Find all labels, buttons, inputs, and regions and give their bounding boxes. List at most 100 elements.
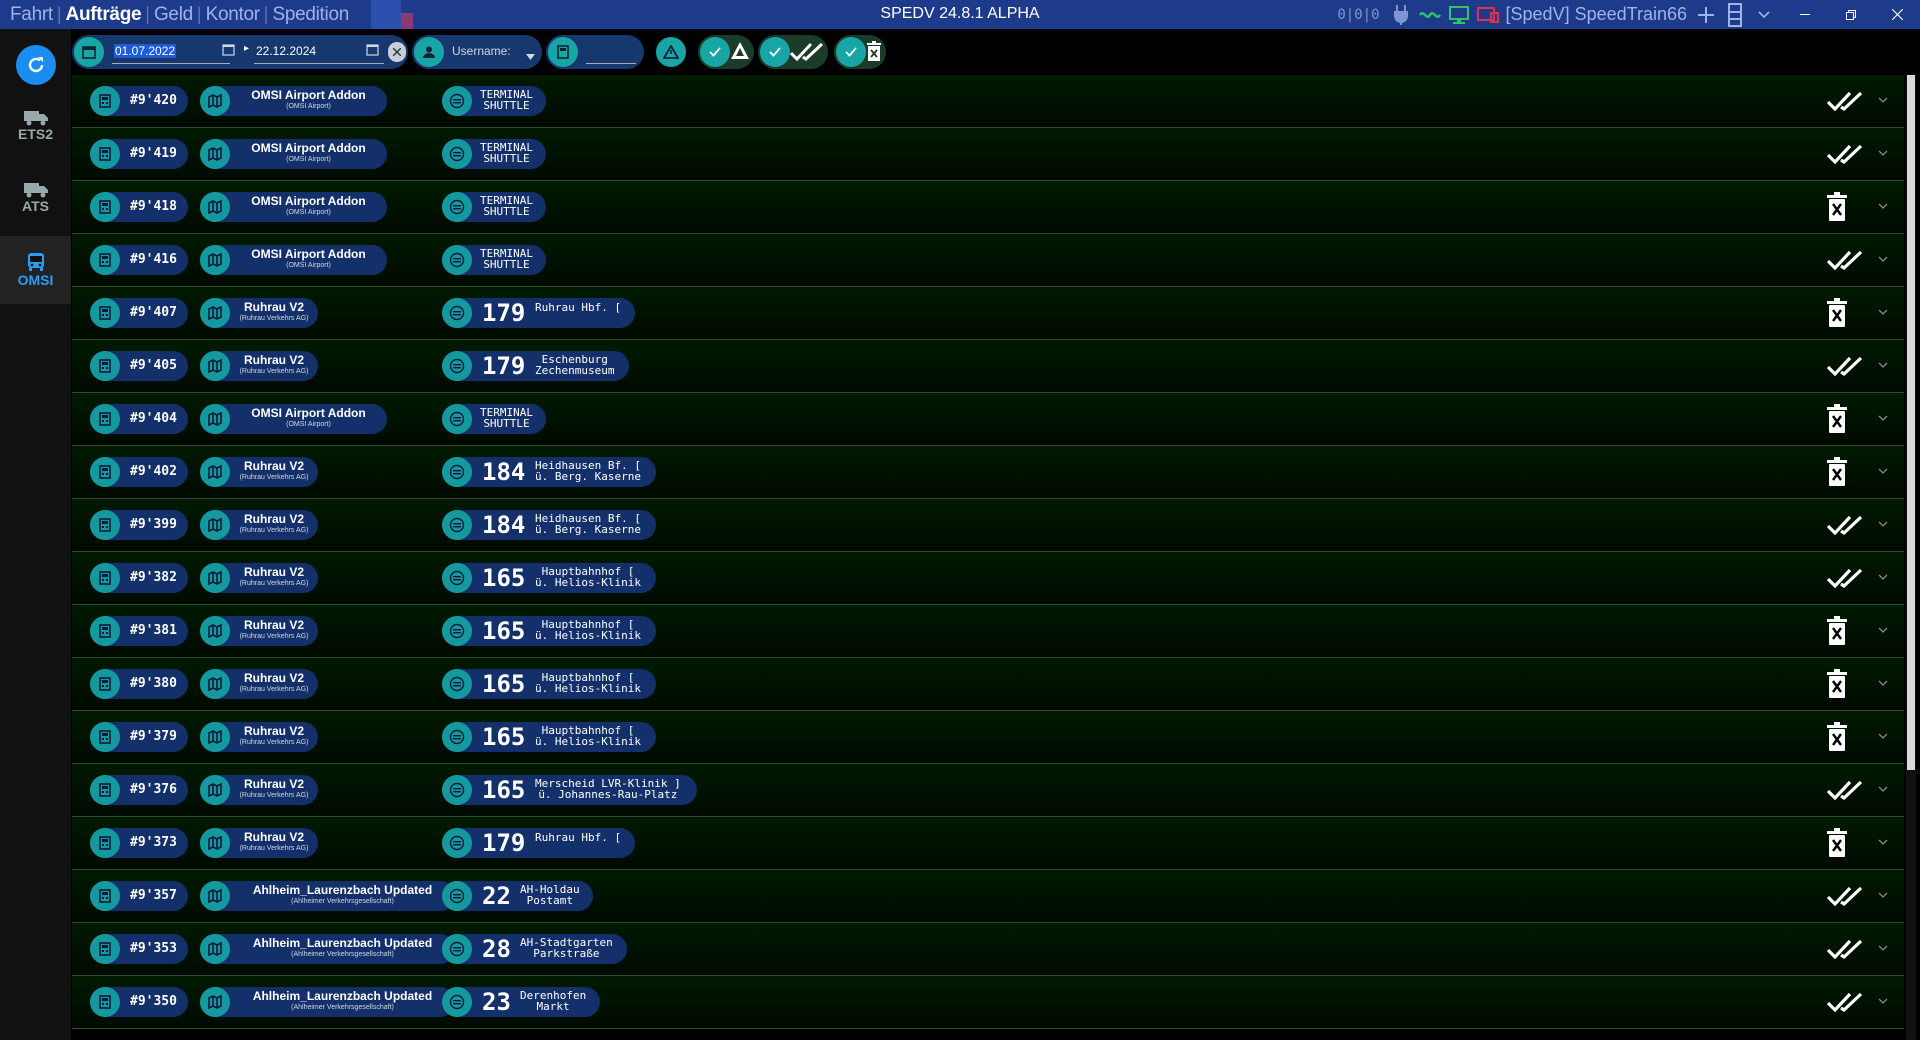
sidebar-item-ats[interactable]: ATS [0,164,71,232]
order-row[interactable]: #9'416 OMSI Airport Addon (OMSI Airport) TE… [72,234,1904,287]
sidebar-item-omsi[interactable]: OMSI [0,236,71,304]
status-delivered[interactable] [1826,244,1888,276]
chevron-down-icon[interactable] [1878,468,1888,475]
status-cancelled[interactable] [1826,668,1888,700]
date-to-input[interactable]: 22.12.2024 [256,44,316,58]
menu-geld[interactable]: Geld [150,4,197,26]
status-delivered[interactable] [1826,986,1888,1018]
sidebar-item-ets2[interactable]: ETS2 [0,92,71,160]
trash-x-icon [1827,828,1847,857]
status-delivered[interactable] [1826,350,1888,382]
chevron-down-icon[interactable] [1878,362,1888,369]
minimize-button[interactable] [1782,0,1828,29]
chevron-down-icon[interactable] [1878,680,1888,687]
list-icon[interactable] [1724,2,1746,27]
order-row[interactable]: #9'404 OMSI Airport Addon (OMSI Airport) TE… [72,393,1904,446]
close-button[interactable] [1874,0,1920,29]
chevron-down-icon[interactable] [1753,4,1775,26]
order-row[interactable]: #9'379 Ruhrau V2 (Ruhrau Verkehrs AG) 165 Ha… [72,711,1904,764]
order-row[interactable]: #9'405 Ruhrau V2 (Ruhrau Verkehrs AG) 179 Es… [72,340,1904,393]
chevron-down-icon[interactable] [1878,150,1888,157]
status-delivered[interactable] [1826,562,1888,594]
status-delivered[interactable] [1826,880,1888,912]
username-filter[interactable]: Username: [412,35,542,69]
status-delivered[interactable] [1826,85,1888,117]
order-row[interactable]: #9'382 Ruhrau V2 (Ruhrau Verkehrs AG) 165 Ha… [72,552,1904,605]
status-cancelled[interactable] [1826,403,1888,435]
menu-fahrt[interactable]: Fahrt [6,4,57,26]
calculator-icon [99,677,111,691]
scrollbar-thumb[interactable] [1907,75,1915,770]
chevron-down-icon[interactable] [1878,97,1888,104]
restore-button[interactable] [1828,0,1874,29]
order-row[interactable]: #9'420 OMSI Airport Addon (OMSI Airport) TE… [72,75,1904,128]
destination: TERMINAL SHUTTLE [480,247,533,271]
order-row[interactable]: #9'419 OMSI Airport Addon (OMSI Airport) TE… [72,128,1904,181]
order-row[interactable]: #9'376 Ruhrau V2 (Ruhrau Verkehrs AG) 165 Me… [72,764,1904,817]
status-cancelled[interactable] [1826,827,1888,859]
route-icon-circle [442,828,472,858]
order-row[interactable]: #9'381 Ruhrau V2 (Ruhrau Verkehrs AG) 165 Ha… [72,605,1904,658]
map-pill: Ruhrau V2 (Ruhrau Verkehrs AG) [200,351,318,381]
chevron-down-icon[interactable] [1878,839,1888,846]
monitor-disconnected-icon[interactable] [1476,4,1499,26]
status-cancelled[interactable] [1826,191,1888,223]
order-row[interactable]: #9'373 Ruhrau V2 (Ruhrau Verkehrs AG) 179 Ru… [72,817,1904,870]
menu-kontor[interactable]: Kontor [202,4,264,26]
menu-auftraege[interactable]: Aufträge [62,4,146,26]
order-id: #9'380 [130,676,177,691]
status-cancelled[interactable] [1826,456,1888,488]
order-row[interactable]: #9'350 Ahlheim_Laurenzbach Updated (Ahlhei… [72,976,1904,1029]
order-row[interactable]: #9'402 Ruhrau V2 (Ruhrau Verkehrs AG) 184 He… [72,446,1904,499]
clear-date-button[interactable] [388,42,406,62]
chevron-down-icon[interactable] [1878,627,1888,634]
menu-spedition[interactable]: Spedition [268,4,353,26]
order-id: #9'407 [130,305,177,320]
sidebar-item-label: ETS2 [17,126,53,142]
monitor-connected-icon[interactable] [1448,4,1470,26]
chevron-down-icon[interactable] [1878,786,1888,793]
toggle-delivered[interactable] [758,35,828,69]
tray-username[interactable]: [SpedV] SpeedTrain66 [1506,4,1687,25]
scrollbar[interactable] [1906,75,1916,1040]
chevron-down-icon[interactable] [1878,415,1888,422]
line-number: 165 [482,564,526,592]
chevron-down-icon[interactable] [1878,309,1888,316]
order-row[interactable]: #9'407 Ruhrau V2 (Ruhrau Verkehrs AG) 179 Ru… [72,287,1904,340]
order-row[interactable]: #9'353 Ahlheim_Laurenzbach Updated (Ahlhei… [72,923,1904,976]
status-delivered[interactable] [1826,933,1888,965]
chevron-down-icon[interactable] [1878,892,1888,899]
status-delivered[interactable] [1826,138,1888,170]
order-search-input[interactable] [586,43,634,59]
refresh-button[interactable] [16,45,56,85]
chevron-down-icon[interactable] [1878,945,1888,952]
date-from-input[interactable]: 01.07.2022 [114,44,177,58]
order-row[interactable]: #9'418 OMSI Airport Addon (OMSI Airport) TE… [72,181,1904,234]
order-row[interactable]: #9'357 Ahlheim_Laurenzbach Updated (Ahlhei… [72,870,1904,923]
chevron-down-icon[interactable] [1878,203,1888,210]
map-operator: (OMSI Airport) [286,209,331,216]
filter-warning-button[interactable] [656,37,686,67]
add-icon[interactable] [1695,4,1717,26]
status-delivered[interactable] [1826,774,1888,806]
plug-icon[interactable] [1390,4,1412,26]
date-to-picker-icon[interactable] [366,43,379,61]
chevron-down-icon[interactable] [1878,521,1888,528]
calculator-icon [99,995,111,1009]
order-row[interactable]: #9'380 Ruhrau V2 (Ruhrau Verkehrs AG) 165 Ha… [72,658,1904,711]
status-cancelled[interactable] [1826,615,1888,647]
toggle-warning[interactable] [698,35,754,69]
order-row[interactable]: #9'399 Ruhrau V2 (Ruhrau Verkehrs AG) 184 He… [72,499,1904,552]
chevron-down-icon[interactable] [1878,574,1888,581]
map-pill: OMSI Airport Addon (OMSI Airport) [200,245,387,275]
signal-icon[interactable] [1418,4,1441,26]
date-from-picker-icon[interactable] [222,43,235,61]
chevron-down-icon[interactable] [1878,733,1888,740]
route-icon-circle [442,722,472,752]
status-cancelled[interactable] [1826,297,1888,329]
chevron-down-icon[interactable] [1878,256,1888,263]
chevron-down-icon[interactable] [1878,998,1888,1005]
toggle-cancelled[interactable] [834,35,886,69]
status-delivered[interactable] [1826,509,1888,541]
status-cancelled[interactable] [1826,721,1888,753]
